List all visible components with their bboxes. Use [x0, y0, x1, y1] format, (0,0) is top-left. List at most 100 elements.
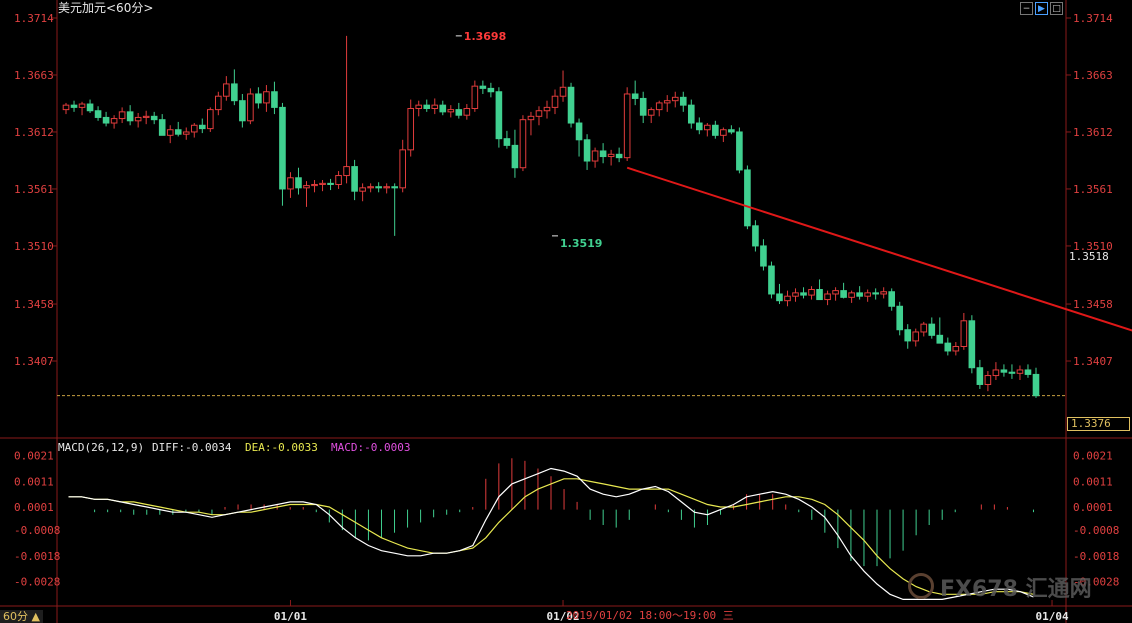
candle-down: [575, 122, 583, 141]
candle-down: [567, 86, 575, 124]
candle-up: [367, 186, 374, 189]
candle-down: [928, 323, 936, 336]
y-tick-label-right: 1.3714: [1073, 12, 1113, 25]
candle-up: [527, 115, 535, 121]
candle-up: [110, 118, 118, 124]
candle-down: [856, 292, 863, 297]
candle-up: [166, 129, 174, 136]
candle-up: [311, 183, 318, 187]
candle-up: [543, 106, 551, 112]
candle-down: [904, 329, 912, 342]
candle-down: [896, 305, 904, 331]
candle-down: [872, 292, 879, 295]
candle-up: [824, 293, 831, 301]
play-button[interactable]: ▶: [1035, 2, 1048, 15]
candle-up: [182, 131, 190, 135]
candle-down: [391, 186, 398, 189]
candle-up: [864, 292, 871, 297]
candle-up: [407, 108, 415, 151]
candle-down: [503, 138, 511, 146]
candle-up: [343, 166, 350, 177]
candle-down: [776, 293, 783, 302]
candle-up: [447, 109, 455, 113]
candle-up: [431, 104, 439, 110]
period-selector[interactable]: 60分 ▲: [0, 610, 43, 623]
x-tick-label: 01/01: [274, 610, 307, 623]
macd-y-tick-left: 0.0021: [14, 450, 54, 463]
chart-title: 美元加元<60分>: [58, 1, 154, 15]
candle-down: [840, 290, 847, 298]
candle-down: [944, 342, 952, 352]
candle-up: [287, 177, 294, 190]
x-tick-label: 01/04: [1035, 610, 1068, 623]
candle-down: [150, 115, 158, 121]
y-tick-label-right: 1.3458: [1073, 298, 1113, 311]
candle-down: [487, 87, 495, 93]
macd-dea-value: DEA:-0.0033: [245, 441, 318, 454]
y-tick-label-left: 1.3458: [14, 298, 54, 311]
candle-up: [832, 290, 839, 295]
candle-up: [463, 108, 471, 116]
candle-down: [768, 265, 775, 295]
y-tick-label-right: 1.3663: [1073, 69, 1113, 82]
candle-up: [647, 109, 655, 116]
candle-down: [327, 182, 334, 185]
candle-up: [223, 83, 230, 97]
candle-up: [848, 292, 855, 298]
candle-down: [695, 122, 703, 131]
candle-down: [174, 129, 182, 135]
candle-down: [687, 104, 695, 124]
macd-y-tick-left: -0.0008: [14, 524, 60, 537]
y-tick-label-right: 1.3612: [1073, 126, 1113, 139]
candle-up: [190, 124, 198, 133]
candle-up: [519, 119, 527, 169]
candle-down: [1000, 369, 1008, 373]
candle-down: [231, 83, 238, 102]
candle-down: [158, 119, 166, 136]
candle-up: [335, 175, 342, 185]
candle-up: [415, 104, 423, 110]
candle-up: [655, 102, 663, 111]
candle-down: [198, 124, 206, 130]
candle-up: [663, 100, 671, 104]
candle-up: [792, 292, 799, 297]
minus-button[interactable]: −: [1020, 2, 1033, 15]
candle-up: [912, 331, 920, 342]
candle-down: [1032, 373, 1040, 397]
candle-up: [671, 96, 679, 102]
candle-up: [134, 116, 142, 122]
candle-down: [239, 100, 246, 122]
candle-up: [591, 150, 599, 162]
candle-down: [126, 111, 134, 122]
macd-diff-value: DIFF:-0.0034: [152, 441, 232, 454]
candle-down: [615, 153, 623, 159]
current-price-box: 1.3376: [1067, 417, 1130, 431]
candle-down: [70, 104, 78, 108]
candle-up: [720, 129, 727, 136]
candle-up: [960, 320, 968, 347]
candle-up: [1016, 369, 1024, 374]
square-button[interactable]: □: [1050, 2, 1063, 15]
candle-up: [118, 111, 126, 120]
candle-down: [1024, 369, 1032, 375]
macd-hist-value: MACD:-0.0003: [331, 441, 411, 454]
watermark: FX678 汇通网: [940, 577, 1092, 602]
extreme-label: 1.3519: [560, 237, 602, 250]
candle-up: [62, 104, 70, 111]
candle-down: [976, 367, 984, 385]
macd-name: MACD(26,12,9): [58, 441, 145, 454]
candle-down: [439, 104, 447, 113]
y-tick-label-left: 1.3407: [14, 355, 54, 368]
candle-down: [816, 289, 823, 301]
candle-up: [880, 291, 887, 295]
candle-down: [639, 97, 647, 116]
y-tick-label-left: 1.3663: [14, 69, 54, 82]
candle-up: [623, 93, 631, 159]
candle-up: [383, 186, 390, 189]
candle-up: [399, 149, 407, 189]
candle-down: [712, 124, 719, 136]
candle-down: [760, 245, 767, 267]
watermark-logo-icon: [908, 573, 934, 599]
candle-down: [968, 320, 976, 369]
chart-canvas[interactable]: 1.3714 1.3714 1.3663 1.3663 1.3612 1.3612 1.35…: [0, 0, 1132, 623]
